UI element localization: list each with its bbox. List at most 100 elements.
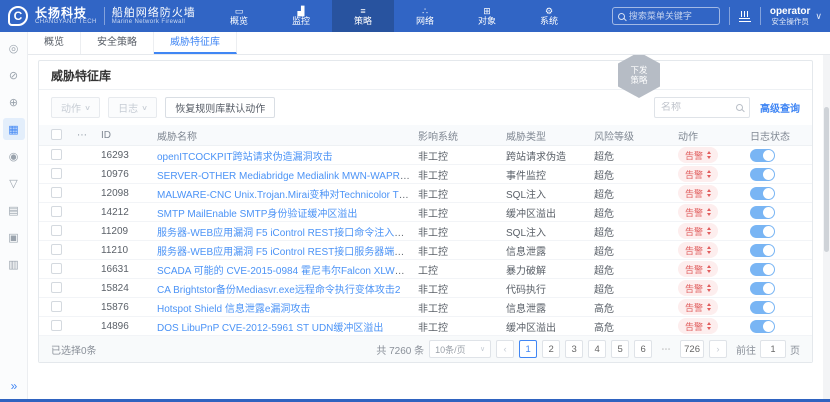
screen-quick-link-icon[interactable] <box>739 10 751 22</box>
nav-item-overview[interactable]: ▭ 概览 <box>208 0 270 32</box>
row-checkbox[interactable] <box>51 168 62 179</box>
action-select[interactable]: 告警 <box>678 261 718 277</box>
log-status-toggle[interactable] <box>750 206 775 219</box>
action-select[interactable]: 告警 <box>678 280 718 296</box>
row-checkbox[interactable] <box>51 206 62 217</box>
page-number-button[interactable]: 5 <box>611 340 629 358</box>
log-dropdown-button[interactable]: 日志 ∨ <box>108 97 157 118</box>
page-number-button[interactable]: 2 <box>542 340 560 358</box>
name-search-input[interactable] <box>661 102 732 113</box>
caret-updown-icon <box>707 265 711 273</box>
row-checkbox[interactable] <box>51 187 62 198</box>
page-number-button[interactable]: ⋯ <box>657 340 675 358</box>
log-status-toggle[interactable] <box>750 168 775 181</box>
nav-label: 对象 <box>478 16 496 27</box>
threat-name-link[interactable]: 服务器-WEB应用漏洞 F5 iControl REST接口服务器端请求伪造(S… <box>157 247 410 258</box>
next-page-button[interactable]: › <box>709 340 727 358</box>
threat-name-link[interactable]: openITCOCKPIT跨站请求伪造漏洞攻击 <box>157 152 333 163</box>
row-checkbox[interactable] <box>51 244 62 255</box>
page-number-button[interactable]: 1 <box>519 340 537 358</box>
row-checkbox[interactable] <box>51 149 62 160</box>
tab-security-policy[interactable]: 安全策略 <box>81 32 154 54</box>
threat-name-link[interactable]: SMTP MailEnable SMTP身份验证缓冲区溢出 <box>157 209 357 220</box>
nav-item-network[interactable]: ∴ 网络 <box>394 0 456 32</box>
action-select[interactable]: 告警 <box>678 166 718 182</box>
col-header-system: 影响系统 <box>410 128 498 143</box>
sidebar-icon-modules[interactable]: ▦ <box>3 118 25 140</box>
tab-threat-signatures[interactable]: 威胁特征库 <box>154 32 237 54</box>
action-select[interactable]: 告警 <box>678 223 718 239</box>
prev-page-button[interactable]: ‹ <box>496 340 514 358</box>
threat-id: 11210 <box>93 245 149 256</box>
log-status-toggle[interactable] <box>750 282 775 295</box>
page-number-button[interactable]: 726 <box>680 340 704 358</box>
row-checkbox[interactable] <box>51 263 62 274</box>
advanced-query-link[interactable]: 高级查询 <box>760 100 800 115</box>
threat-name-link[interactable]: SCADA 可能的 CVE-2015-0984 霍尼韦尔Falcon XLWEB… <box>157 266 410 277</box>
row-checkbox[interactable] <box>51 320 62 331</box>
menu-search-input[interactable] <box>629 11 714 21</box>
sidebar-collapse-icon[interactable]: » <box>0 379 28 393</box>
row-checkbox[interactable] <box>51 282 62 293</box>
user-menu[interactable]: operator 安全操作员 ∨ <box>770 6 822 26</box>
select-all-checkbox[interactable] <box>51 129 62 140</box>
threat-name-link[interactable]: CA Brightstor备份Mediasvr.exe远程命令执行变体攻击2 <box>157 285 400 296</box>
row-checkbox[interactable] <box>51 301 62 312</box>
page-number-button[interactable]: 3 <box>565 340 583 358</box>
sidebar-icon-overview[interactable]: ◎ <box>3 37 25 59</box>
nav-item-objects[interactable]: ⊞ 对象 <box>456 0 518 32</box>
search-icon <box>736 104 743 111</box>
action-select[interactable]: 告警 <box>678 242 718 258</box>
goto-page-input[interactable] <box>760 340 786 358</box>
column-config-icon[interactable]: ⋯ <box>69 130 93 141</box>
action-select[interactable]: 告警 <box>678 318 718 334</box>
log-status-toggle[interactable] <box>750 244 775 257</box>
nav-item-monitor[interactable]: ▟ 监控 <box>270 0 332 32</box>
page-size-select[interactable]: 10条/页 ∨ <box>429 340 491 358</box>
action-select[interactable]: 告警 <box>678 299 718 315</box>
page-number-button[interactable]: 6 <box>634 340 652 358</box>
tab-overview[interactable]: 概览 <box>28 32 81 54</box>
action-select[interactable]: 告警 <box>678 147 718 163</box>
sidebar-icon-server[interactable]: ▤ <box>3 199 25 221</box>
threat-name-link[interactable]: DOS LibuPnP CVE-2012-5961 ST UDN缓冲区溢出 <box>157 323 383 334</box>
log-status-toggle[interactable] <box>750 320 775 333</box>
threat-name-link[interactable]: SERVER-OTHER Mediabridge Medialink MWN-W… <box>157 171 410 182</box>
sidebar-icon-shield[interactable]: ▽ <box>3 172 25 194</box>
affected-system: 非工控 <box>410 224 498 239</box>
sidebar-icon-glyph: ▽ <box>9 177 17 190</box>
threat-name-link[interactable]: 服务器-WEB应用漏洞 F5 iControl REST接口命令注入尝试 <box>157 228 410 239</box>
menu-search-box[interactable] <box>612 7 720 25</box>
log-status-toggle[interactable] <box>750 263 775 276</box>
MALWARE-CNC Unix.Trojan.Mirai变种对Technicolor TD5130v2 TD5336路由器的命令注入尝试: 12098 MALWARE-CNC Unix.Trojan.Mirai变种对Te… <box>39 184 812 203</box>
threat-name-link[interactable]: Hotspot Shield 信息泄露e漏洞攻击 <box>157 304 310 315</box>
restore-defaults-button[interactable]: 恢复规则库默认动作 <box>165 97 275 118</box>
log-status-toggle[interactable] <box>750 187 775 200</box>
col-header-id: ID <box>93 130 149 141</box>
action-label: 告警 <box>685 320 703 333</box>
action-dropdown-button[interactable]: 动作 ∨ <box>51 97 100 118</box>
action-select[interactable]: 告警 <box>678 204 718 220</box>
table-header-row: ⋯ ID 威胁名称 影响系统 威胁类型 风险等级 动作 日志状态 <box>39 125 812 146</box>
sidebar-icon-diagnose[interactable]: ⊘ <box>3 64 25 86</box>
nav-label: 监控 <box>292 16 310 27</box>
nav-item-policy[interactable]: ≡ 策略 <box>332 0 394 32</box>
scrollbar-thumb[interactable] <box>824 107 829 252</box>
action-select[interactable]: 告警 <box>678 185 718 201</box>
user-meta: operator 安全操作员 <box>770 6 811 26</box>
sidebar-icon-network[interactable]: ⊕ <box>3 91 25 113</box>
sidebar-icon-library[interactable]: ▣ <box>3 226 25 248</box>
row-checkbox[interactable] <box>51 225 62 236</box>
sidebar-icon-card[interactable]: ▥ <box>3 253 25 275</box>
page-number-button[interactable]: 4 <box>588 340 606 358</box>
log-status-toggle[interactable] <box>750 301 775 314</box>
log-status-toggle[interactable] <box>750 225 775 238</box>
nav-item-system[interactable]: ⚙ 系统 <box>518 0 580 32</box>
log-status-toggle[interactable] <box>750 149 775 162</box>
nav-label: 系统 <box>540 16 558 27</box>
name-search-box[interactable] <box>654 97 750 118</box>
nav-icon: ▟ <box>298 6 305 16</box>
sidebar-icon-scan[interactable]: ◉ <box>3 145 25 167</box>
threat-name-link[interactable]: MALWARE-CNC Unix.Trojan.Mirai变种对Technico… <box>157 190 410 201</box>
action-label: 告警 <box>685 206 703 219</box>
